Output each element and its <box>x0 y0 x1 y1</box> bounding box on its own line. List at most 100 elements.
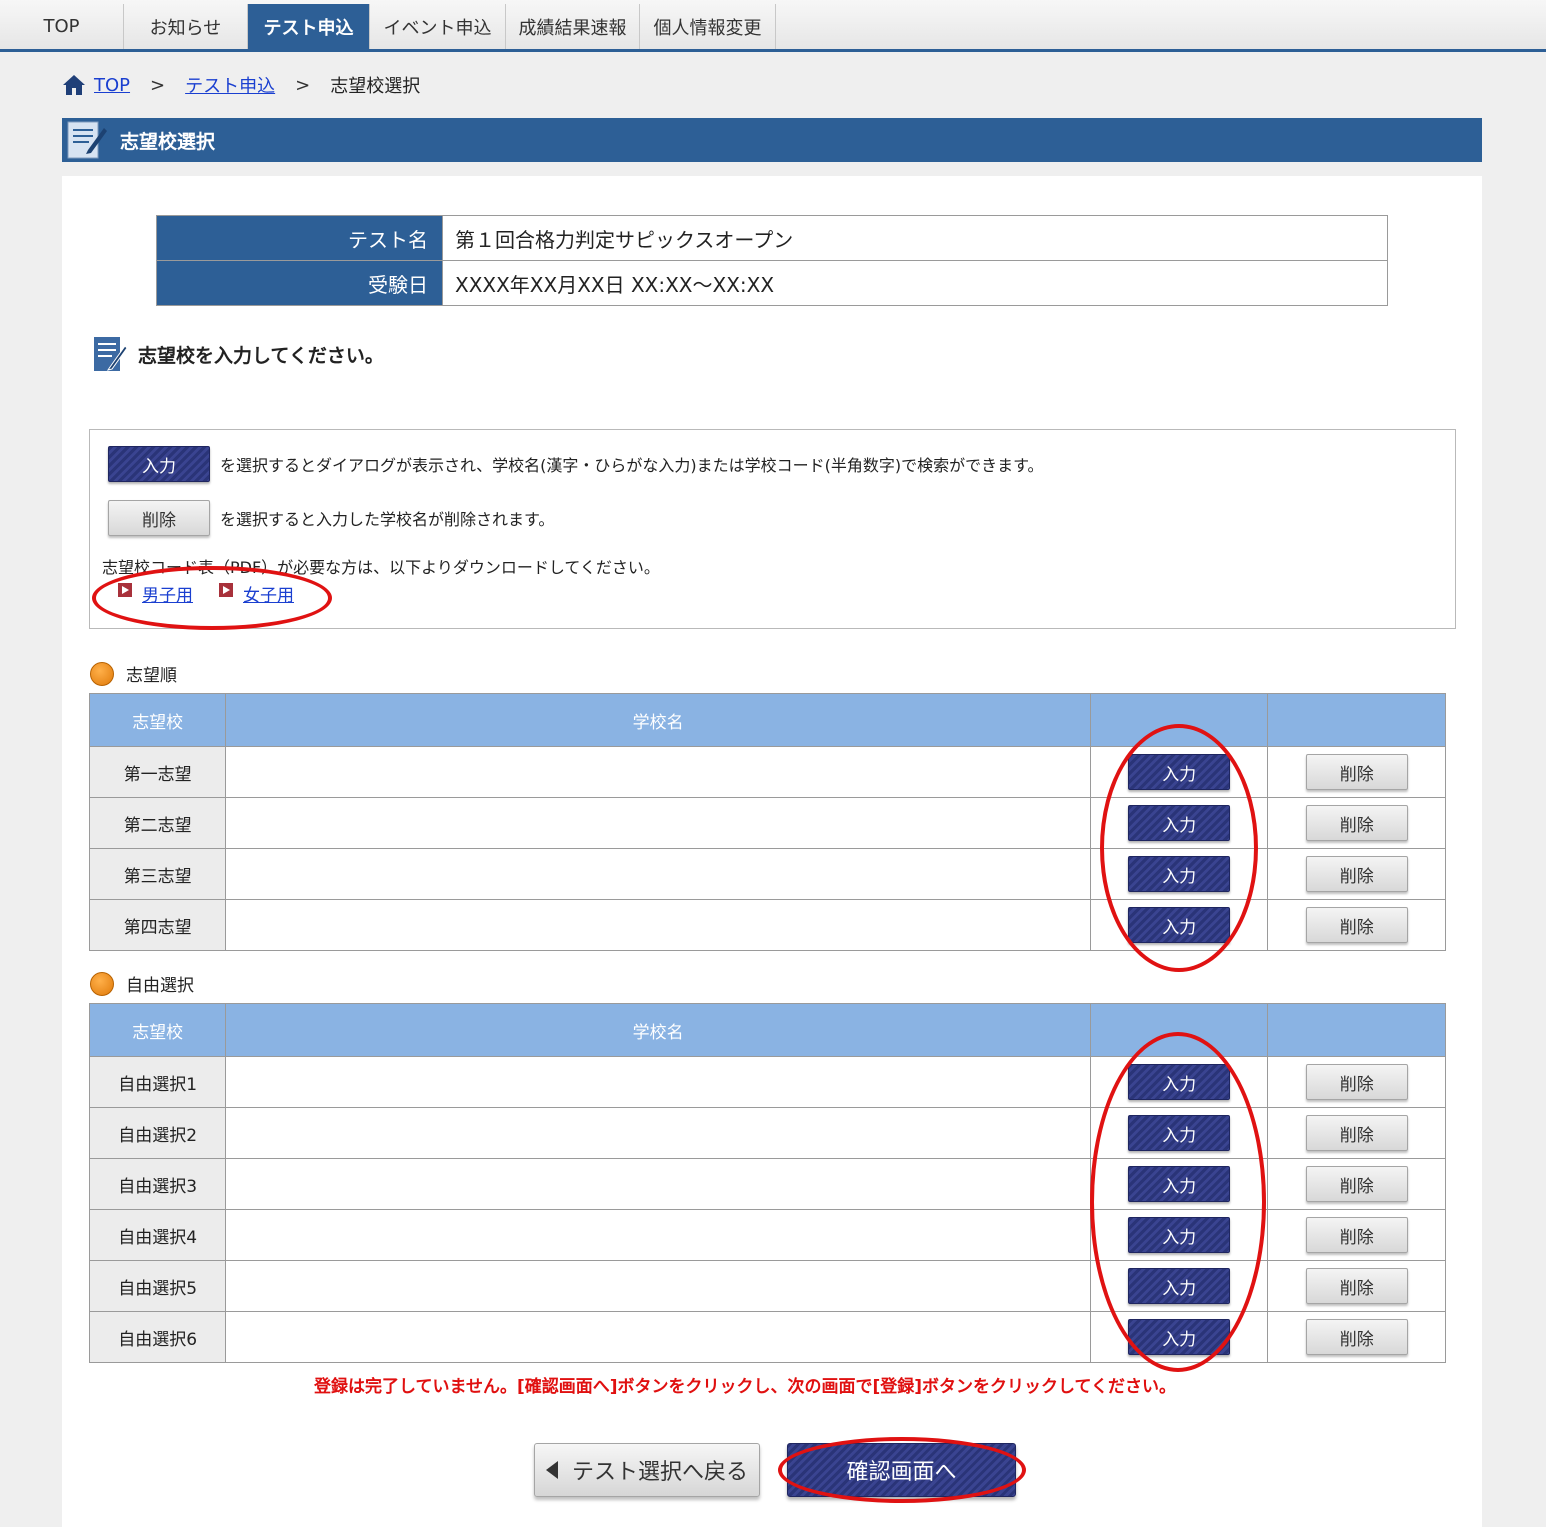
delete-button[interactable]: 削除 <box>1305 754 1408 790</box>
school-name-cell <box>225 1107 1091 1159</box>
back-to-test-select-button[interactable]: テスト選択へ戻る <box>534 1443 760 1497</box>
input-button[interactable]: 入力 <box>1128 1319 1231 1355</box>
breadcrumb-separator: > <box>150 74 166 96</box>
free-table: 志望校 学校名 自由選択1 入力 削除 自由選択2 入力 削除 自由選択3 入力… <box>88 1003 1446 1363</box>
download-instruction-text: 志望校コード表（PDF）が必要な方は、以下よりダウンロードしてください。 <box>102 558 660 577</box>
tab-profile[interactable]: 個人情報変更 <box>640 4 776 49</box>
col-school-header: 志望校 <box>88 1003 227 1057</box>
table-row: 第四志望 入力 削除 <box>88 899 1446 951</box>
input-button[interactable]: 入力 <box>1128 1166 1231 1202</box>
school-name-cell <box>225 848 1091 900</box>
boys-pdf-link[interactable]: 男子用 <box>118 581 193 606</box>
delete-button[interactable]: 削除 <box>1305 856 1408 892</box>
tab-test-apply[interactable]: テスト申込 <box>248 4 370 49</box>
orange-bullet-icon <box>90 661 114 686</box>
tab-event-apply[interactable]: イベント申込 <box>370 4 506 49</box>
school-name-cell <box>225 1311 1091 1363</box>
test-name-label: テスト名 <box>156 215 443 261</box>
instructions-box: 入力 を選択するとダイアログが表示され、学校名(漢字・ひらがな入力)または学校コ… <box>89 429 1456 629</box>
tab-results[interactable]: 成績結果速報 <box>506 4 640 49</box>
delete-button[interactable]: 削除 <box>1305 1268 1408 1304</box>
breadcrumb-current: 志望校選択 <box>330 76 421 97</box>
breadcrumb-test-apply-link[interactable]: テスト申込 <box>185 72 275 98</box>
table-row: 自由選択6 入力 削除 <box>88 1311 1446 1363</box>
tab-news[interactable]: お知らせ <box>124 4 248 49</box>
row-label: 第一志望 <box>88 746 227 798</box>
confirm-button[interactable]: 確認画面へ <box>787 1443 1016 1497</box>
section-header: 志望校選択 <box>62 118 1482 162</box>
home-icon <box>63 75 85 95</box>
delete-button[interactable]: 削除 <box>1305 1166 1408 1202</box>
sample-delete-button: 削除 <box>108 500 210 536</box>
school-name-cell <box>225 746 1091 798</box>
school-name-cell <box>225 1158 1091 1210</box>
input-button[interactable]: 入力 <box>1128 754 1231 790</box>
school-name-cell <box>225 1260 1091 1312</box>
page-title: 志望校選択 <box>120 130 216 153</box>
breadcrumb: TOP > テスト申込 > 志望校選択 <box>62 72 420 98</box>
delete-button[interactable]: 削除 <box>1305 805 1408 841</box>
edit-document-icon <box>94 337 128 371</box>
school-name-cell <box>225 797 1091 849</box>
girls-pdf-link[interactable]: 女子用 <box>219 581 294 606</box>
orange-bullet-icon <box>90 971 114 996</box>
col-name-header: 学校名 <box>225 693 1091 747</box>
row-label: 自由選択4 <box>88 1209 227 1261</box>
school-name-cell <box>225 1056 1091 1108</box>
input-button[interactable]: 入力 <box>1128 856 1231 892</box>
table-row: 自由選択4 入力 削除 <box>88 1209 1446 1261</box>
delete-button[interactable]: 削除 <box>1305 1319 1408 1355</box>
row-label: 自由選択1 <box>88 1056 227 1108</box>
free-section-label-text: 自由選択 <box>126 976 194 996</box>
delete-button[interactable]: 削除 <box>1305 1217 1408 1253</box>
input-button[interactable]: 入力 <box>1128 1217 1231 1253</box>
edit-document-icon <box>67 121 107 159</box>
boys-pdf-link-label: 男子用 <box>142 586 193 606</box>
exam-date-label: 受験日 <box>156 260 443 306</box>
input-button[interactable]: 入力 <box>1128 805 1231 841</box>
delete-button[interactable]: 削除 <box>1305 1115 1408 1151</box>
prompt-text: 志望校を入力してください。 <box>138 344 384 367</box>
table-row: 自由選択1 入力 削除 <box>88 1056 1446 1108</box>
school-name-cell <box>225 1209 1091 1261</box>
row-label: 自由選択2 <box>88 1107 227 1159</box>
col-school-header: 志望校 <box>88 693 227 747</box>
registration-warning: 登録は完了していません。[確認画面へ]ボタンをクリックし、次の画面で[登録]ボタ… <box>314 1377 1177 1397</box>
row-label: 自由選択6 <box>88 1311 227 1363</box>
row-label: 第二志望 <box>88 797 227 849</box>
col-delete-header <box>1267 1003 1446 1057</box>
table-row: 自由選択5 入力 削除 <box>88 1260 1446 1312</box>
girls-pdf-link-label: 女子用 <box>243 586 294 606</box>
input-button[interactable]: 入力 <box>1128 1115 1231 1151</box>
delete-button[interactable]: 削除 <box>1305 907 1408 943</box>
delete-button[interactable]: 削除 <box>1305 1064 1408 1100</box>
input-button[interactable]: 入力 <box>1128 907 1231 943</box>
ranked-table: 志望校 学校名 第一志望 入力 削除 第二志望 入力 削除 第三志望 入力 削除… <box>88 693 1446 951</box>
table-row: 第二志望 入力 削除 <box>88 797 1446 849</box>
row-label: 自由選択3 <box>88 1158 227 1210</box>
col-input-header <box>1089 693 1269 747</box>
play-icon <box>118 582 132 597</box>
exam-date-value: XXXX年XX月XX日 XX:XX～XX:XX <box>442 260 1388 306</box>
left-arrow-icon <box>545 1461 558 1479</box>
pdf-download-links: 男子用 女子用 <box>118 581 294 606</box>
col-input-header <box>1089 1003 1269 1057</box>
input-button[interactable]: 入力 <box>1128 1268 1231 1304</box>
col-delete-header <box>1267 693 1446 747</box>
input-prompt: 志望校を入力してください。 <box>92 333 384 375</box>
top-nav: TOP お知らせ テスト申込 イベント申込 成績結果速報 個人情報変更 <box>0 0 1546 52</box>
school-name-cell <box>225 899 1091 951</box>
tab-top[interactable]: TOP <box>0 4 124 49</box>
test-name-value: 第１回合格力判定サピックスオープン <box>442 215 1388 261</box>
breadcrumb-separator: > <box>295 74 311 96</box>
input-button[interactable]: 入力 <box>1128 1064 1231 1100</box>
row-label: 第四志望 <box>88 899 227 951</box>
test-info-table: テスト名 第１回合格力判定サピックスオープン 受験日 XXXX年XX月XX日 X… <box>156 215 1388 306</box>
input-instruction-text: を選択するとダイアログが表示され、学校名(漢字・ひらがな入力)または学校コード(… <box>220 456 1044 475</box>
table-row: 自由選択2 入力 削除 <box>88 1107 1446 1159</box>
free-section-label: 自由選択 <box>90 971 194 996</box>
row-label: 第三志望 <box>88 848 227 900</box>
breadcrumb-top-link[interactable]: TOP <box>94 75 130 96</box>
table-row: 第三志望 入力 削除 <box>88 848 1446 900</box>
row-label: 自由選択5 <box>88 1260 227 1312</box>
